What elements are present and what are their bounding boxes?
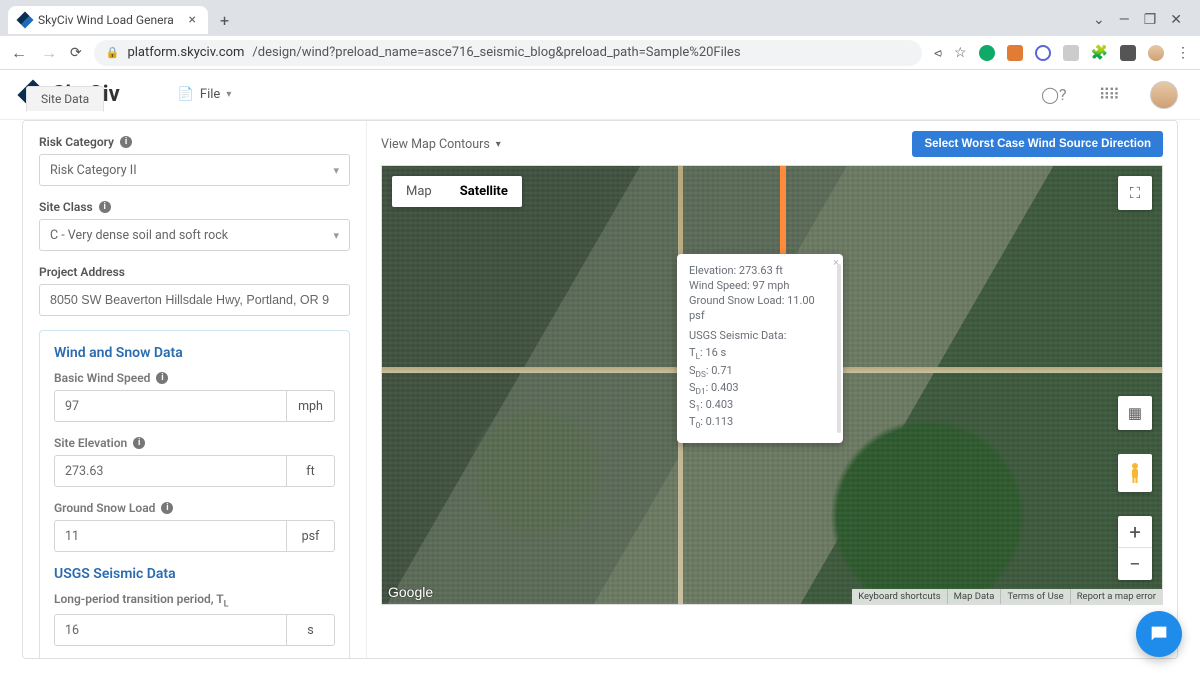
worst-case-button[interactable]: Select Worst Case Wind Source Direction — [912, 131, 1163, 157]
chevron-down-icon: ▾ — [333, 229, 339, 242]
usgs-tl-unit: s — [287, 614, 335, 646]
close-tab-icon[interactable]: × — [189, 12, 196, 28]
site-elevation-input[interactable]: 273.63 — [54, 455, 287, 487]
address-bar[interactable]: 🔒 platform.skyciv.com /design/wind?prelo… — [94, 40, 922, 66]
bubble-usgs-hdr: USGS Seismic Data: — [689, 329, 831, 344]
site-elevation-unit: ft — [287, 455, 335, 487]
chat-fab[interactable] — [1136, 611, 1182, 657]
chevron-down-icon[interactable]: ⌄ — [1093, 12, 1105, 28]
zoom-in-icon[interactable]: + — [1118, 516, 1152, 548]
bubble-t0: T0: 0.113 — [689, 415, 831, 432]
map-type-toggle[interactable]: Map Satellite — [392, 176, 522, 207]
app-header: SkyCiv 📄 File ▾ ◯? ⠿⠿ — [0, 70, 1200, 120]
chevron-down-icon: ▾ — [333, 164, 339, 177]
browser-tab-title: SkyCiv Wind Load Genera — [38, 13, 174, 27]
type-map[interactable]: Map — [392, 176, 446, 207]
bubble-wind: Wind Speed: 97 mph — [689, 279, 831, 294]
left-pane: Risk Categoryi Risk Category II▾ Site Cl… — [23, 121, 367, 658]
bubble-sds: SDS: 0.71 — [689, 364, 831, 381]
ext-icon-5[interactable] — [1120, 45, 1136, 61]
data-card: Wind and Snow Data Basic Wind Speedi 97 … — [39, 330, 350, 658]
file-icon: 📄 — [178, 87, 194, 102]
minimize-icon[interactable]: — — [1119, 12, 1130, 28]
back-icon[interactable]: ← — [10, 43, 28, 63]
apps-grid-icon[interactable]: ⠿⠿ — [1099, 85, 1118, 104]
close-window-icon[interactable]: ✕ — [1170, 12, 1182, 28]
right-pane: View Map Contours ▾ Select Worst Case Wi… — [367, 121, 1177, 658]
project-address-input[interactable] — [39, 284, 350, 316]
profile-chip[interactable] — [1148, 45, 1164, 61]
fullscreen-icon[interactable]: ⛶ — [1118, 176, 1152, 210]
risk-category-label: Risk Categoryi — [39, 135, 350, 149]
kebab-menu-icon[interactable]: ⋮ — [1176, 45, 1190, 61]
project-address-label: Project Address — [39, 265, 350, 279]
bubble-scrollbar[interactable] — [837, 264, 841, 433]
info-icon[interactable]: i — [99, 201, 111, 213]
browser-chrome: SkyCiv Wind Load Genera × + ⌄ — ❐ ✕ ← → … — [0, 0, 1200, 70]
usgs-label: Long-period transition period, TL — [54, 592, 335, 609]
share-icon[interactable]: ⪦ — [934, 45, 942, 61]
snow-load-label: Ground Snow Loadi — [54, 501, 335, 515]
layers-icon[interactable]: ▦ — [1118, 396, 1152, 430]
restore-icon[interactable]: ❐ — [1144, 12, 1157, 28]
tab-site-data[interactable]: Site Data — [26, 86, 104, 112]
pegman-icon[interactable] — [1118, 454, 1152, 492]
info-bubble: × Elevation: 273.63 ft Wind Speed: 97 mp… — [677, 254, 843, 443]
direction-marker — [780, 166, 786, 256]
ext-icon-2[interactable] — [1007, 45, 1023, 61]
zoom-control[interactable]: + − — [1118, 516, 1152, 580]
reload-icon[interactable]: ⟳ — [70, 45, 82, 61]
info-icon[interactable]: i — [161, 502, 173, 514]
favicon-icon — [18, 13, 32, 27]
type-satellite[interactable]: Satellite — [446, 176, 522, 207]
chevron-down-icon: ▾ — [226, 89, 231, 100]
snow-load-input[interactable]: 11 — [54, 520, 287, 552]
snow-load-unit: psf — [287, 520, 335, 552]
url-host: platform.skyciv.com — [127, 45, 244, 60]
bubble-tl: TL: 16 s — [689, 346, 831, 363]
info-icon[interactable]: i — [133, 437, 145, 449]
help-icon[interactable]: ◯? — [1041, 85, 1066, 104]
info-icon[interactable]: i — [156, 372, 168, 384]
extensions-icon[interactable]: 🧩 — [1091, 45, 1108, 61]
footer-report[interactable]: Report a map error — [1070, 589, 1162, 604]
card-title: Wind and Snow Data — [54, 345, 335, 361]
chevron-down-icon: ▾ — [496, 139, 501, 150]
chat-icon — [1148, 623, 1170, 645]
ext-icon-1[interactable] — [979, 45, 995, 61]
usgs-tl-input[interactable]: 16 — [54, 614, 287, 646]
google-logo: Google — [388, 584, 433, 600]
bubble-snow: Ground Snow Load: 11.00 psf — [689, 294, 831, 324]
bubble-sd1: SD1: 0.403 — [689, 381, 831, 398]
zoom-out-icon[interactable]: − — [1118, 548, 1152, 580]
site-class-label: Site Classi — [39, 200, 350, 214]
view-contours-link[interactable]: View Map Contours ▾ — [381, 137, 501, 152]
star-icon[interactable]: ☆ — [954, 45, 967, 61]
ext-icon-4[interactable] — [1063, 45, 1079, 61]
footer-keyboard[interactable]: Keyboard shortcuts — [852, 589, 946, 604]
avatar[interactable] — [1150, 81, 1178, 109]
footer-terms[interactable]: Terms of Use — [1000, 589, 1069, 604]
url-path: /design/wind?preload_name=asce716_seismi… — [252, 45, 740, 60]
footer-data[interactable]: Map Data — [947, 589, 1001, 604]
file-menu[interactable]: 📄 File ▾ — [178, 87, 232, 102]
map[interactable]: Map Satellite ⛶ ▦ + − × El — [381, 165, 1163, 605]
bubble-s1: S1: 0.403 — [689, 398, 831, 415]
wind-speed-unit: mph — [287, 390, 335, 422]
info-icon[interactable]: i — [120, 136, 132, 148]
bubble-elev: Elevation: 273.63 ft — [689, 264, 831, 279]
risk-category-select[interactable]: Risk Category II▾ — [39, 154, 350, 186]
site-class-select[interactable]: C - Very dense soil and soft rock▾ — [39, 219, 350, 251]
ext-icon-3[interactable] — [1035, 45, 1051, 61]
lock-icon: 🔒 — [106, 46, 120, 59]
map-attribution: Keyboard shortcuts Map Data Terms of Use… — [852, 589, 1162, 604]
wind-speed-label: Basic Wind Speedi — [54, 371, 335, 385]
new-tab-button[interactable]: + — [214, 11, 235, 30]
wind-speed-input[interactable]: 97 — [54, 390, 287, 422]
forward-icon[interactable]: → — [40, 43, 58, 63]
file-menu-label: File — [200, 87, 220, 102]
browser-tab[interactable]: SkyCiv Wind Load Genera × — [8, 6, 208, 34]
site-elevation-label: Site Elevationi — [54, 436, 335, 450]
usgs-title: USGS Seismic Data — [54, 566, 335, 582]
